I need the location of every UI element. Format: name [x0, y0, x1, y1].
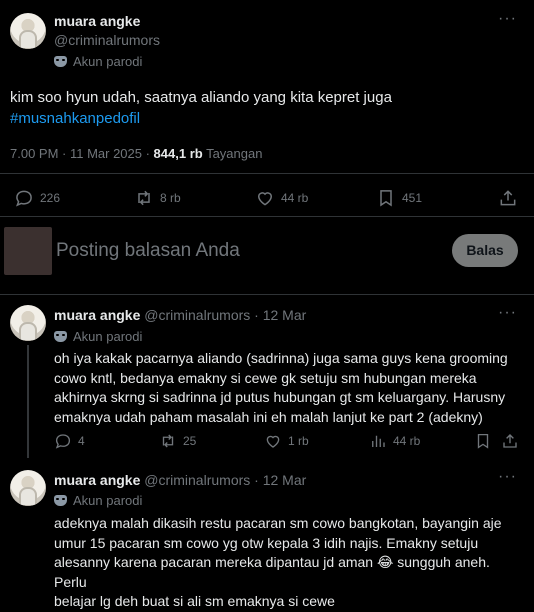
- views-label: Tayangan: [202, 146, 263, 161]
- share-icon: [500, 190, 516, 206]
- divider: [0, 294, 534, 295]
- repost-icon: [138, 190, 150, 206]
- share-icon: [503, 434, 517, 448]
- reply-button[interactable]: 226: [14, 188, 60, 208]
- bookmark-button[interactable]: 451: [376, 188, 422, 208]
- reply-display-name[interactable]: muara angke: [54, 472, 140, 488]
- reply-header: muara angke @criminalrumors · 12 Mar: [54, 307, 306, 323]
- parody-label: Akun parodi: [73, 54, 143, 69]
- heart-icon: [266, 435, 280, 448]
- thread-line: [27, 345, 29, 458]
- more-options-icon[interactable]: ···: [498, 304, 517, 322]
- divider: [0, 173, 534, 174]
- like-count: 1 rb: [288, 434, 309, 448]
- reply-icon: [55, 434, 71, 449]
- reply-text-line: cowo kntl, bedanya emakny si cewe gk set…: [54, 369, 477, 386]
- post-text: kim soo hyun udah, saatnya aliando yang …: [10, 89, 392, 106]
- reply-text-line: akhirnya skrng si sadrinna jd putus hubu…: [54, 389, 506, 405]
- views-count: 44 rb: [393, 434, 421, 448]
- divider: [0, 216, 534, 217]
- views-button[interactable]: 44 rb: [369, 432, 420, 450]
- author-handle[interactable]: @criminalrumors: [54, 32, 160, 48]
- reply-display-name[interactable]: muara angke: [54, 307, 140, 323]
- parody-badge: Akun parodi: [54, 329, 142, 344]
- reply-text: adeknya malah dikasih restu pacaran sm c…: [54, 514, 524, 612]
- reply-text-line: emaknya udah paham masalah ini eh malah …: [54, 408, 483, 425]
- reply-header: muara angke @criminalrumors · 12 Mar: [54, 472, 306, 488]
- reply-author-avatar[interactable]: [10, 305, 46, 341]
- parody-label: Akun parodi: [73, 493, 143, 508]
- reply-handle[interactable]: @criminalrumors: [144, 472, 250, 488]
- bookmark-count: 451: [402, 191, 423, 205]
- bookmark-icon: [477, 433, 489, 449]
- bookmark-icon: [380, 190, 392, 207]
- reply-composer-input[interactable]: Posting balasan Anda: [56, 240, 240, 262]
- reply-text-line: adeknya malah dikasih restu pacaran sm c…: [54, 515, 502, 531]
- repost-button[interactable]: 25: [159, 432, 196, 450]
- repost-count: 8 rb: [160, 191, 181, 205]
- parody-badge: Akun parodi: [54, 493, 142, 508]
- reply-text: oh iya kakak pacarnya aliando (sadrinna)…: [54, 349, 524, 427]
- reply-count: 4: [78, 434, 85, 448]
- reply-submit-button[interactable]: Balas: [452, 234, 518, 267]
- like-button[interactable]: 44 rb: [255, 188, 308, 208]
- share-button[interactable]: [501, 432, 519, 450]
- post-meta: 7.00 PM · 11 Mar 2025 · 844,1 rb Tayanga…: [10, 146, 262, 161]
- more-options-icon[interactable]: ···: [498, 10, 517, 28]
- reply-count: 226: [40, 191, 61, 205]
- parody-label: Akun parodi: [73, 329, 143, 344]
- reply-text-line: umur 15 pacaran sm cowo yg otw kepala 3 …: [54, 534, 479, 551]
- heart-icon: [257, 192, 273, 206]
- parody-badge: Akun parodi: [54, 54, 142, 69]
- reply-button[interactable]: 4: [54, 432, 85, 450]
- repost-button[interactable]: 8 rb: [134, 188, 181, 208]
- reply-date[interactable]: · 12 Mar: [254, 307, 306, 323]
- more-options-icon[interactable]: ···: [498, 468, 517, 486]
- bookmark-button[interactable]: [474, 432, 492, 450]
- reply-text-line: belajar lg deh buat si ali sm emaknya si…: [54, 593, 335, 609]
- like-button[interactable]: 1 rb: [264, 432, 309, 450]
- views-chart-icon: [372, 435, 385, 447]
- post-timestamp[interactable]: 7.00 PM · 11 Mar 2025 ·: [10, 146, 154, 161]
- reply-date[interactable]: · 12 Mar: [254, 472, 306, 488]
- post-hashtag[interactable]: #musnahkanpedofil: [10, 110, 140, 127]
- reply-handle[interactable]: @criminalrumors: [144, 307, 250, 323]
- repost-count: 25: [183, 434, 197, 448]
- reply-text-line: alesanny karena pacaran mereka dipantau …: [54, 554, 490, 590]
- reply-text-line: oh iya kakak pacarnya aliando (sadrinna)…: [54, 350, 508, 366]
- parody-mask-icon: [54, 495, 67, 506]
- parody-mask-icon: [54, 331, 67, 342]
- reply-author-avatar[interactable]: [10, 470, 46, 506]
- composer-avatar: [4, 227, 52, 275]
- share-button[interactable]: [498, 188, 518, 208]
- repost-icon: [162, 434, 174, 448]
- parody-mask-icon: [54, 56, 67, 67]
- views-count: 844,1 rb: [153, 146, 203, 161]
- reply-icon: [16, 190, 32, 207]
- author-display-name[interactable]: muara angke: [54, 13, 140, 29]
- author-avatar[interactable]: [10, 13, 46, 49]
- like-count: 44 rb: [281, 191, 309, 205]
